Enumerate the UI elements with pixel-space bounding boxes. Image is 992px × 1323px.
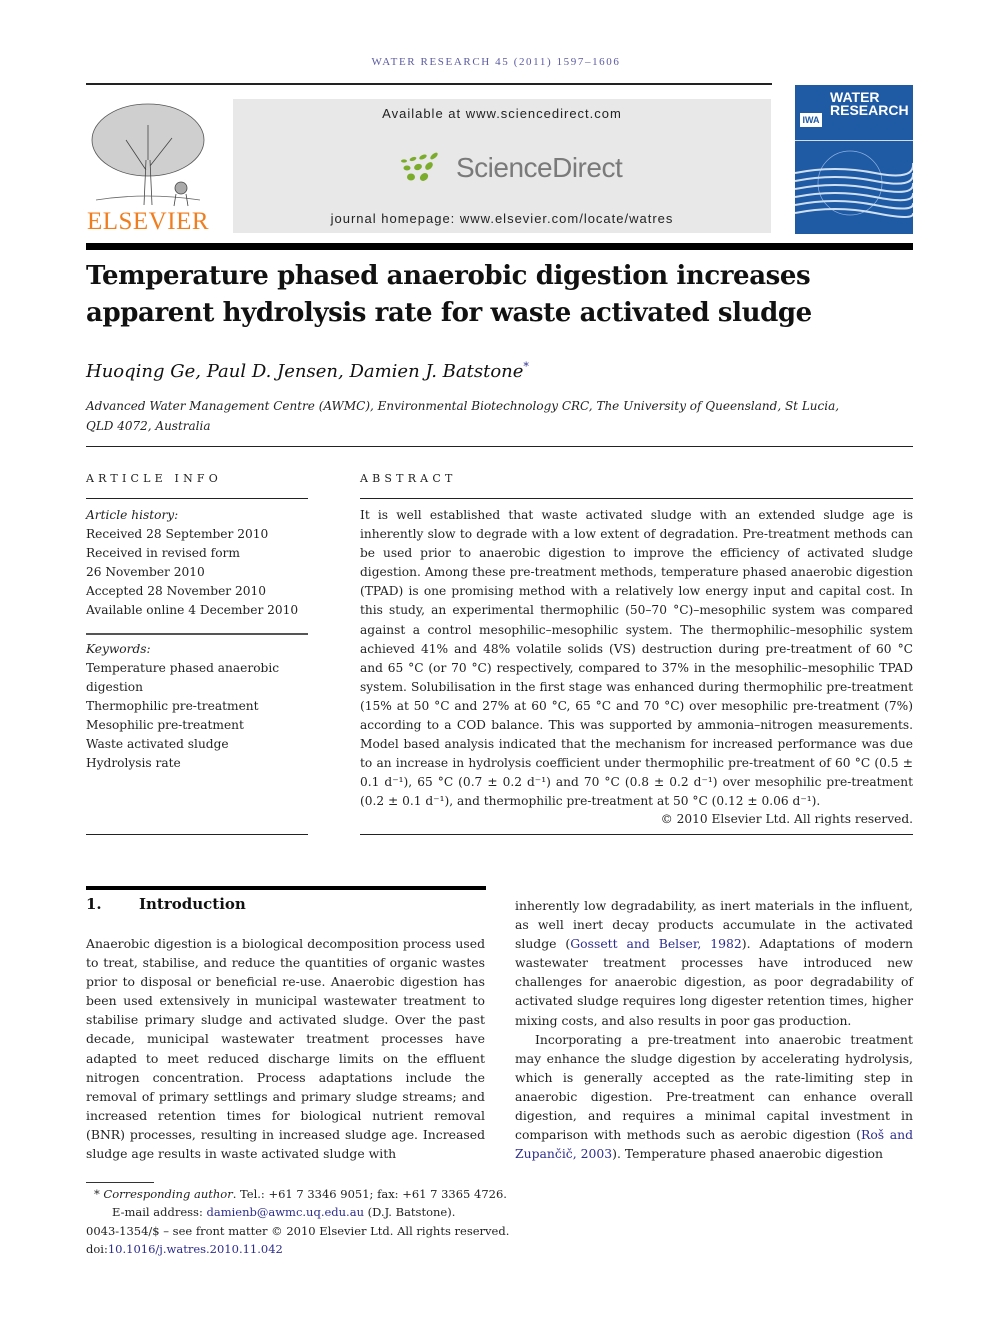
introduction-heading: 1. Introduction bbox=[86, 895, 246, 913]
cover-title: WATER RESEARCH bbox=[830, 90, 909, 118]
abstract-text: It is well established that waste activa… bbox=[360, 508, 913, 809]
affiliation-line2: QLD 4072, Australia bbox=[86, 419, 211, 433]
keywords-rule bbox=[86, 633, 308, 635]
text-run: ). Temperature phased anaerobic digestio… bbox=[612, 1146, 883, 1162]
doi-link[interactable]: 10.1016/j.watres.2010.11.042 bbox=[108, 1242, 283, 1256]
keyword-item: Temperature phased anaerobic bbox=[86, 661, 280, 675]
paragraph: Incorporating a pre-treatment into anaer… bbox=[515, 1030, 913, 1164]
corresponding-label: Corresponding author bbox=[103, 1187, 233, 1201]
front-matter: 0043-1354/$ – see front matter © 2010 El… bbox=[86, 1223, 510, 1238]
text-run: Incorporating a pre-treatment into anaer… bbox=[515, 1031, 913, 1143]
citation-link[interactable]: Gossett and Belser, 1982 bbox=[570, 936, 742, 951]
header-thick-rule bbox=[233, 243, 913, 250]
history-item: Available online 4 December 2010 bbox=[86, 603, 299, 617]
authors-text: Huoqing Ge, Paul D. Jensen, Damien J. Ba… bbox=[86, 361, 524, 382]
footnote-mark: * bbox=[94, 1187, 100, 1201]
sciencedirect-logo[interactable]: ScienceDirect bbox=[398, 148, 623, 188]
introduction-left-column: Anaerobic digestion is a biological deco… bbox=[86, 934, 485, 1163]
header-rule bbox=[86, 83, 772, 85]
keyword-item: digestion bbox=[86, 680, 143, 694]
doi-line: doi:10.1016/j.watres.2010.11.042 bbox=[86, 1240, 556, 1258]
sciencedirect-dots-icon bbox=[401, 152, 438, 181]
journal-homepage-link[interactable]: journal homepage: www.elsevier.com/locat… bbox=[233, 211, 771, 226]
history-item: Accepted 28 November 2010 bbox=[86, 584, 267, 598]
footnotes: * Corresponding author. Tel.: +61 7 3346… bbox=[86, 1185, 556, 1258]
keywords: Keywords: Temperature phased anaerobic d… bbox=[86, 640, 316, 773]
history-item: Received 28 September 2010 bbox=[86, 527, 269, 541]
keyword-item: Hydrolysis rate bbox=[86, 756, 181, 770]
running-head: WATER RESEARCH 45 (2011) 1597–1606 bbox=[371, 56, 621, 68]
author-list: Huoqing Ge, Paul D. Jensen, Damien J. Ba… bbox=[86, 360, 529, 382]
corresponding-footnote: * Corresponding author. Tel.: +61 7 3346… bbox=[86, 1185, 556, 1203]
paragraph: Anaerobic digestion is a biological deco… bbox=[86, 936, 485, 1162]
section-number: 1. bbox=[86, 895, 102, 913]
introduction-right-column: inherently low degradability, as inert m… bbox=[515, 896, 913, 1163]
available-at-link[interactable]: Available at www.sciencedirect.com bbox=[233, 106, 771, 121]
article-info-rule bbox=[86, 498, 308, 500]
cover-wave-graphic bbox=[795, 150, 913, 218]
cover-divider bbox=[795, 140, 913, 141]
iwa-logo: IWA bbox=[800, 113, 822, 127]
email-suffix: (D.J. Batstone). bbox=[363, 1205, 456, 1220]
article-title: Temperature phased anaerobic digestion i… bbox=[86, 261, 812, 328]
keywords-label: Keywords: bbox=[86, 642, 151, 656]
contact-info: . Tel.: +61 7 3346 9051; fax: +61 7 3365… bbox=[232, 1187, 507, 1201]
keyword-item: Mesophilic pre-treatment bbox=[86, 718, 244, 732]
cover-title-line2: RESEARCH bbox=[830, 102, 909, 118]
affiliation: Advanced Water Management Centre (AWMC),… bbox=[86, 396, 886, 436]
article-history: Article history: Received 28 September 2… bbox=[86, 506, 316, 620]
email-label: E-mail address: bbox=[112, 1205, 207, 1220]
corresponding-author-mark[interactable]: * bbox=[523, 360, 529, 373]
keyword-item: Thermophilic pre-treatment bbox=[86, 699, 259, 713]
doi-label: doi: bbox=[86, 1241, 108, 1256]
article-info-heading: ARTICLE INFO bbox=[86, 472, 222, 485]
affiliation-line1: Advanced Water Management Centre (AWMC),… bbox=[86, 399, 840, 413]
abstract-rule bbox=[360, 498, 913, 500]
abstract-copyright: © 2010 Elsevier Ltd. All rights reserved… bbox=[660, 812, 913, 826]
history-item: 26 November 2010 bbox=[86, 565, 205, 579]
keyword-item: Waste activated sludge bbox=[86, 737, 229, 751]
paragraph: inherently low degradability, as inert m… bbox=[515, 896, 913, 1030]
article-history-label: Article history: bbox=[86, 508, 179, 522]
header-thick-rule-left bbox=[86, 243, 233, 250]
sciencedirect-wordmark: ScienceDirect bbox=[456, 152, 623, 183]
abstract-heading: ABSTRACT bbox=[360, 472, 457, 485]
history-item: Received in revised form bbox=[86, 546, 240, 560]
article-info-bottom-rule bbox=[86, 834, 308, 836]
abstract-bottom-rule bbox=[360, 834, 913, 836]
elsevier-wordmark: ELSEVIER bbox=[86, 208, 210, 235]
introduction-rule bbox=[86, 886, 486, 890]
section-title: Introduction bbox=[139, 895, 246, 913]
journal-cover: IWA WATER RESEARCH bbox=[795, 85, 913, 234]
affiliation-rule bbox=[86, 446, 913, 448]
email-link[interactable]: damienb@awmc.uq.edu.au bbox=[206, 1205, 364, 1219]
footnote-rule bbox=[86, 1182, 154, 1183]
email-line: E-mail address: damienb@awmc.uq.edu.au (… bbox=[86, 1203, 556, 1221]
